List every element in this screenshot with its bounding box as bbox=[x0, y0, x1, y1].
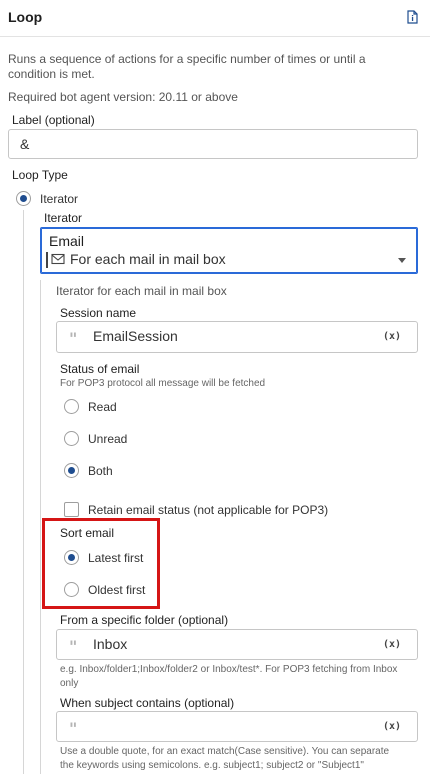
folder-label: From a specific folder (optional) bbox=[60, 613, 229, 627]
label-input[interactable]: & bbox=[8, 129, 418, 159]
panel-title: Loop bbox=[8, 9, 43, 25]
status-unread-label: Unread bbox=[88, 432, 128, 446]
quote-icon: " bbox=[69, 637, 78, 656]
status-both-label: Both bbox=[88, 464, 113, 478]
action-description: Runs a sequence of actions for a specifi… bbox=[8, 52, 366, 81]
status-unread-radio[interactable] bbox=[64, 431, 79, 446]
session-name-value: EmailSession bbox=[93, 328, 178, 344]
document-info-icon[interactable] bbox=[405, 10, 419, 24]
label-input-value: & bbox=[20, 136, 30, 152]
retain-status-checkbox[interactable] bbox=[64, 502, 79, 517]
iterator-radio[interactable] bbox=[16, 191, 31, 206]
subject-input[interactable]: " (x) bbox=[56, 711, 418, 742]
status-both-radio[interactable] bbox=[64, 463, 79, 478]
sort-latest-label: Latest first bbox=[88, 551, 144, 565]
quote-icon: " bbox=[69, 329, 78, 348]
retain-status-label: Retain email status (not applicable for … bbox=[88, 503, 329, 517]
status-hint: For POP3 protocol all message will be fe… bbox=[60, 378, 266, 389]
sort-label: Sort email bbox=[60, 526, 115, 540]
sort-oldest-radio[interactable] bbox=[64, 582, 79, 597]
insert-variable-button[interactable]: (x) bbox=[383, 721, 401, 732]
iterator-select[interactable]: Email For each mail in mail box bbox=[40, 227, 418, 274]
chevron-down-icon bbox=[398, 258, 406, 263]
iterator-radio-label: Iterator bbox=[40, 192, 79, 206]
iterator-category: Email bbox=[49, 233, 85, 249]
folder-input[interactable]: " Inbox (x) bbox=[56, 629, 418, 660]
insert-variable-button[interactable]: (x) bbox=[383, 331, 401, 342]
text-cursor bbox=[46, 252, 48, 268]
envelope-icon bbox=[51, 253, 65, 265]
label-field-label: Label (optional) bbox=[12, 113, 95, 127]
iterator-select-value: For each mail in mail box bbox=[70, 251, 226, 267]
subject-label: When subject contains (optional) bbox=[60, 696, 235, 710]
tree-line-outer bbox=[23, 210, 24, 774]
required-version: Required bot agent version: 20.11 or abo… bbox=[8, 90, 238, 104]
header-divider bbox=[0, 36, 430, 37]
insert-variable-button[interactable]: (x) bbox=[383, 639, 401, 650]
session-name-input[interactable]: " EmailSession (x) bbox=[56, 321, 418, 353]
folder-hint: e.g. Inbox/folder1;Inbox/folder2 or Inbo… bbox=[60, 664, 398, 689]
folder-value: Inbox bbox=[93, 636, 128, 652]
tree-line-inner bbox=[40, 280, 41, 774]
quote-icon: " bbox=[69, 719, 78, 738]
status-read-radio[interactable] bbox=[64, 399, 79, 414]
loop-type-label: Loop Type bbox=[12, 168, 68, 182]
subject-hint: Use a double quote, for an exact match(C… bbox=[60, 746, 390, 771]
status-label: Status of email bbox=[60, 362, 140, 376]
sort-oldest-label: Oldest first bbox=[88, 583, 146, 597]
iterator-label: Iterator bbox=[44, 211, 83, 225]
iterator-description: Iterator for each mail in mail box bbox=[56, 284, 227, 298]
session-name-label: Session name bbox=[60, 306, 137, 320]
sort-latest-radio[interactable] bbox=[64, 550, 79, 565]
status-read-label: Read bbox=[88, 400, 117, 414]
